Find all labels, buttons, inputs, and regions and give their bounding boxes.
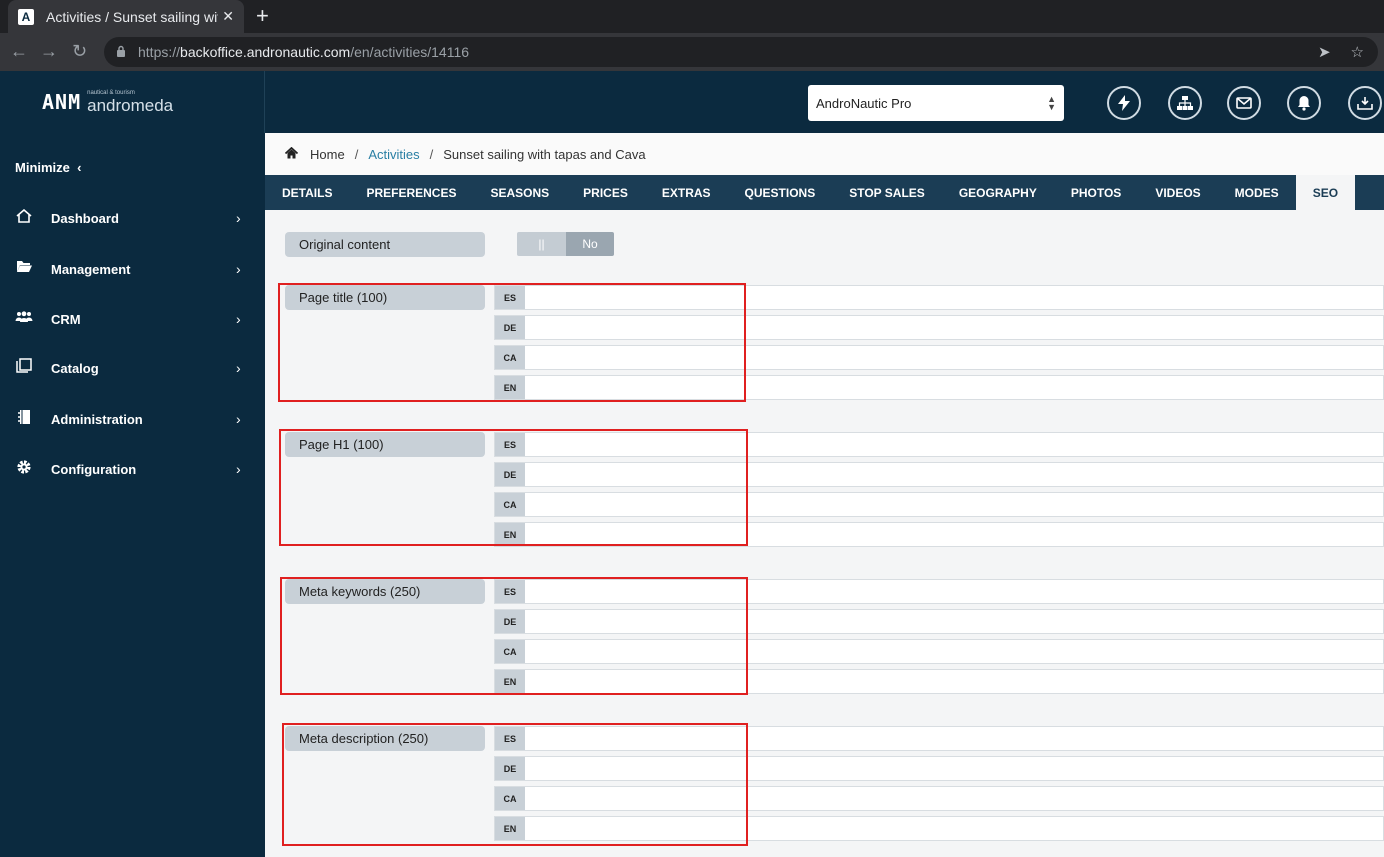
activity-tabs: DETAILS PREFERENCES SEASONS PRICES EXTRA… <box>265 175 1384 210</box>
tab-seo[interactable]: SEO <box>1295 175 1356 210</box>
highlight-box <box>279 429 748 546</box>
minimize-button[interactable]: Minimize ‹ <box>15 160 81 175</box>
new-tab-button[interactable]: + <box>256 4 269 28</box>
gear-icon <box>14 459 34 480</box>
highlight-box <box>280 577 748 695</box>
close-tab-icon[interactable]: ✕ <box>222 8 234 25</box>
chevron-right-icon: › <box>236 461 241 477</box>
lock-icon <box>116 45 130 60</box>
chevron-right-icon: › <box>236 411 241 427</box>
app-header: ANM nautical & tourism andromeda AndroNa… <box>0 71 1384 133</box>
tab-preferences[interactable]: PREFERENCES <box>349 175 473 210</box>
highlight-box <box>282 723 748 846</box>
folder-open-icon <box>14 260 34 278</box>
breadcrumb-current: Sunset sailing with tapas and Cava <box>443 146 646 162</box>
sidebar-item-dashboard[interactable]: Dashboard › <box>0 203 265 233</box>
toggle-value: No <box>566 232 614 256</box>
sidebar-item-crm[interactable]: CRM › <box>0 304 265 334</box>
sidebar: Minimize ‹ Dashboard › Management › CRM … <box>0 133 265 857</box>
browser-tab[interactable]: A Activities / Sunset sailing with tapas… <box>8 0 244 33</box>
toggle-knob[interactable]: || <box>517 232 566 256</box>
url-text: https://backoffice.andronautic.com/en/ac… <box>138 44 470 60</box>
send-icon[interactable]: ➤ <box>1318 43 1331 61</box>
bell-icon[interactable] <box>1287 86 1321 120</box>
chevron-left-icon: ‹ <box>73 160 82 175</box>
tab-extras[interactable]: EXTRAS <box>645 175 728 210</box>
company-select[interactable]: AndroNautic Pro ▲ ▼ <box>808 85 1064 121</box>
star-icon[interactable]: ☆ <box>1351 43 1364 61</box>
sidebar-item-administration[interactable]: Administration › <box>0 404 265 434</box>
tab-videos[interactable]: VIDEOS <box>1138 175 1217 210</box>
chevron-right-icon: › <box>236 311 241 327</box>
highlight-box <box>278 283 746 402</box>
site-favicon-icon: A <box>18 8 34 25</box>
chevron-right-icon: › <box>236 261 241 277</box>
users-icon <box>14 310 34 328</box>
breadcrumb-activities-link[interactable]: Activities <box>368 147 419 162</box>
network-icon[interactable] <box>1168 86 1202 120</box>
tab-seasons[interactable]: SEASONS <box>473 175 566 210</box>
tab-geography[interactable]: GEOGRAPHY <box>942 175 1054 210</box>
sidebar-item-management[interactable]: Management › <box>0 254 265 284</box>
home-icon[interactable] <box>284 146 299 162</box>
home-icon <box>14 208 34 228</box>
mail-icon[interactable] <box>1227 86 1261 120</box>
breadcrumb-home[interactable]: Home <box>310 147 345 162</box>
sidebar-item-catalog[interactable]: Catalog › <box>0 353 265 383</box>
browser-toolbar: ← → ↻ https://backoffice.andronautic.com… <box>0 33 1384 71</box>
select-arrows-icon: ▲ ▼ <box>1047 94 1056 112</box>
browser-tab-bar: A Activities / Sunset sailing with tapas… <box>0 0 1384 33</box>
tab-questions[interactable]: QUESTIONS <box>728 175 833 210</box>
notebook-icon <box>14 409 34 430</box>
logo[interactable]: ANM nautical & tourism andromeda <box>0 71 265 133</box>
tab-modes[interactable]: MODES <box>1218 175 1296 210</box>
tab-stop-sales[interactable]: STOP SALES <box>832 175 942 210</box>
browser-tab-title: Activities / Sunset sailing with tapas a… <box>46 8 218 25</box>
lightning-icon[interactable] <box>1107 86 1141 120</box>
catalog-icon <box>14 358 34 378</box>
forward-arrow-icon[interactable]: → <box>40 41 58 61</box>
inbox-download-icon[interactable] <box>1348 86 1382 120</box>
back-arrow-icon[interactable]: ← <box>10 41 28 61</box>
original-content-label: Original content <box>285 232 485 257</box>
address-bar[interactable]: https://backoffice.andronautic.com/en/ac… <box>104 37 1378 67</box>
tab-details[interactable]: DETAILS <box>265 175 349 210</box>
breadcrumb: Home / Activities / Sunset sailing with … <box>265 133 1384 175</box>
tab-photos[interactable]: PHOTOS <box>1054 175 1138 210</box>
chevron-right-icon: › <box>236 210 241 226</box>
original-content-toggle[interactable]: || No <box>517 232 614 256</box>
sidebar-item-configuration[interactable]: Configuration › <box>0 454 265 484</box>
tab-prices[interactable]: PRICES <box>566 175 645 210</box>
reload-icon[interactable]: ↻ <box>72 41 87 61</box>
chevron-right-icon: › <box>236 360 241 376</box>
main-content: Home / Activities / Sunset sailing with … <box>265 133 1384 857</box>
